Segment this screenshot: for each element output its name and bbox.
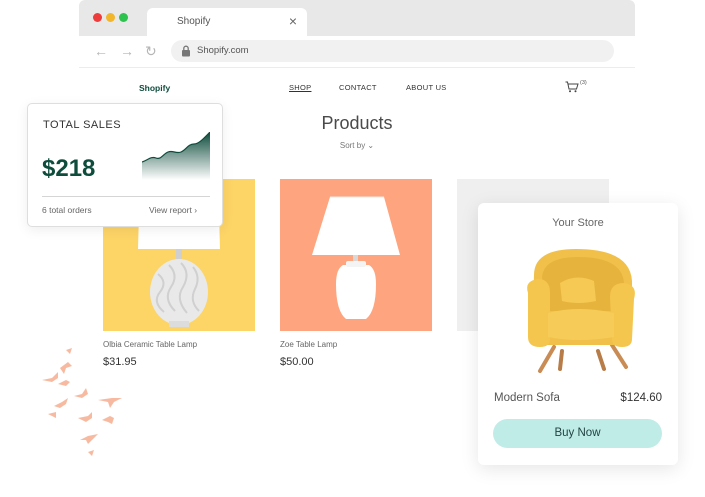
reload-icon[interactable]: ↻ [145, 43, 157, 59]
stage: Shopify × ← → ↻ Shopify.com Shopify SHOP… [0, 0, 705, 497]
nav-link-contact[interactable]: CONTACT [339, 83, 377, 92]
store-product-name: Modern Sofa [494, 392, 560, 404]
birds-decoration-icon [42, 348, 122, 456]
minimize-window-button[interactable] [106, 13, 115, 22]
buy-now-button[interactable]: Buy Now [493, 419, 662, 448]
divider [42, 196, 210, 197]
view-report-link[interactable]: View report › [149, 205, 197, 215]
product-name[interactable]: Zoe Table Lamp [280, 340, 337, 349]
address-bar: ← → ↻ Shopify.com [79, 36, 635, 68]
store-product-price: $124.60 [620, 392, 662, 404]
url-text: Shopify.com [197, 45, 249, 56]
store-product-card: Your Store Modern Sofa $124.60 Buy Now [478, 203, 678, 465]
sales-total-value: $218 [42, 155, 96, 182]
total-sales-card: TOTAL SALES $218 6 total orders View rep… [27, 103, 223, 227]
store-card-title: Your Store [552, 217, 604, 229]
forward-arrow-icon[interactable]: → [120, 43, 134, 59]
tab-bar: Shopify × [79, 0, 635, 36]
tab-title: Shopify [177, 16, 211, 27]
cart-icon[interactable] [565, 81, 579, 93]
maximize-window-button[interactable] [119, 13, 128, 22]
product-image-zoe-lamp[interactable] [280, 179, 432, 331]
nav-link-about[interactable]: ABOUT US [406, 83, 447, 92]
total-orders-count: 6 total orders [42, 205, 92, 215]
nav-link-shop[interactable]: SHOP [289, 83, 311, 92]
cart-count: (3) [580, 80, 587, 86]
url-field[interactable]: Shopify.com [171, 40, 614, 62]
lock-icon [182, 45, 190, 57]
tab-close-icon[interactable]: × [289, 12, 297, 30]
armchair-image [527, 249, 635, 373]
close-window-button[interactable] [93, 13, 102, 22]
lamp-image [312, 196, 400, 319]
browser-tab[interactable]: Shopify × [147, 8, 307, 36]
sales-card-title: TOTAL SALES [43, 119, 122, 131]
store-logo[interactable]: Shopify [139, 83, 170, 93]
store-nav: Shopify SHOP CONTACT ABOUT US (3) [79, 78, 635, 98]
back-arrow-icon[interactable]: ← [94, 43, 108, 59]
product-price: $50.00 [280, 356, 314, 368]
sales-trend-chart [142, 132, 210, 180]
